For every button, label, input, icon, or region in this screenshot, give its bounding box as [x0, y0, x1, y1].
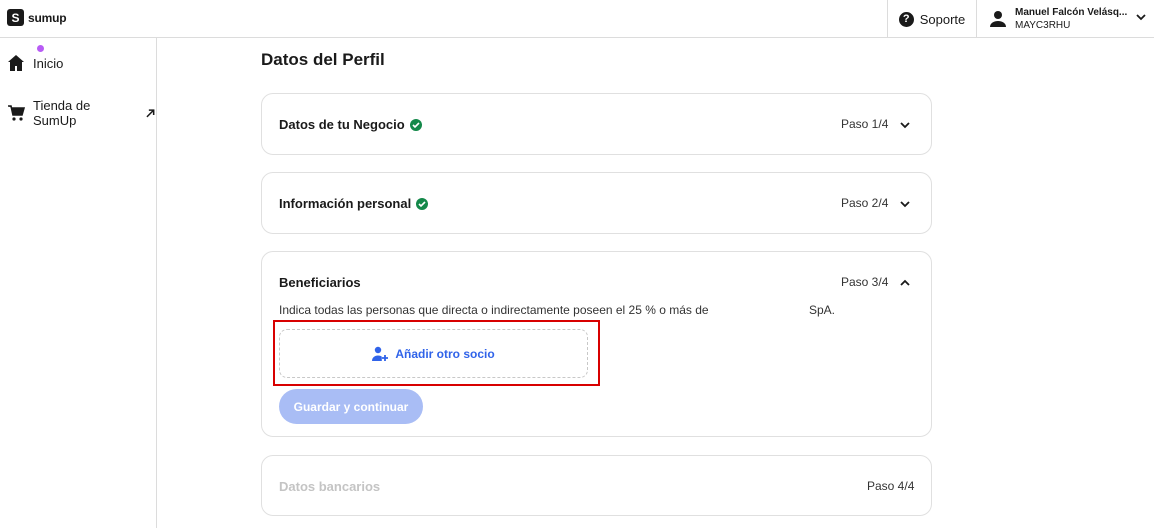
help-icon: ? [898, 11, 914, 27]
top-bar: S sumup ? Soporte Manuel Falcón Velásq..… [0, 0, 1154, 38]
support-label: Soporte [919, 11, 966, 27]
step-label: Paso 3/4 [841, 275, 889, 289]
user-menu[interactable]: Manuel Falcón Velásq... MAYC3RHU [988, 0, 1154, 38]
check-circle-icon [416, 197, 429, 210]
section-datos-negocio[interactable]: Datos de tu Negocio Paso 1/4 [261, 93, 932, 155]
user-id: MAYC3RHU [1015, 20, 1071, 31]
section-description: Indica todas las personas que directa o … [279, 303, 709, 317]
notification-dot [37, 45, 44, 52]
chevron-up-icon[interactable] [900, 278, 910, 288]
section-informacion-personal[interactable]: Información personal Paso 2/4 [261, 172, 932, 234]
section-description-suffix: SpA. [809, 303, 836, 317]
external-link-icon [146, 108, 155, 117]
section-title: Datos bancarios [279, 479, 381, 494]
section-title: Información personal [279, 196, 412, 211]
user-icon [990, 11, 1006, 27]
sumup-logo-text: sumup [28, 10, 67, 25]
page-title: Datos del Perfil [261, 50, 385, 69]
highlight-frame [273, 320, 600, 386]
sumup-logo[interactable]: S sumup [7, 9, 67, 26]
chevron-down-icon[interactable] [1136, 12, 1146, 22]
section-title: Datos de tu Negocio [279, 117, 405, 132]
home-icon [7, 45, 44, 72]
step-label: Paso 1/4 [841, 117, 889, 131]
chevron-down-icon[interactable] [900, 199, 910, 209]
section-title: Beneficiarios [279, 275, 361, 290]
cart-icon [7, 104, 26, 122]
support-button[interactable]: ? Soporte [887, 0, 977, 38]
sidebar-item-label: Tienda de SumUp [33, 98, 91, 128]
sidebar-item-inicio[interactable]: Inicio [7, 45, 64, 72]
sidebar-item-label: Inicio [33, 55, 64, 71]
sidebar: Inicio Tienda de SumUp [0, 38, 157, 528]
step-label: Paso 4/4 [867, 479, 915, 493]
sidebar-item-tienda[interactable]: Tienda de SumUp [7, 98, 156, 128]
section-datos-bancarios: Datos bancarios Paso 4/4 [261, 455, 932, 516]
sumup-logo-mark: S [7, 9, 24, 26]
step-label: Paso 2/4 [841, 196, 889, 210]
user-name: Manuel Falcón Velásq... [1015, 7, 1128, 18]
chevron-down-icon[interactable] [900, 120, 910, 130]
save-continue-button[interactable]: Guardar y continuar [279, 389, 423, 424]
check-circle-icon [409, 118, 422, 131]
